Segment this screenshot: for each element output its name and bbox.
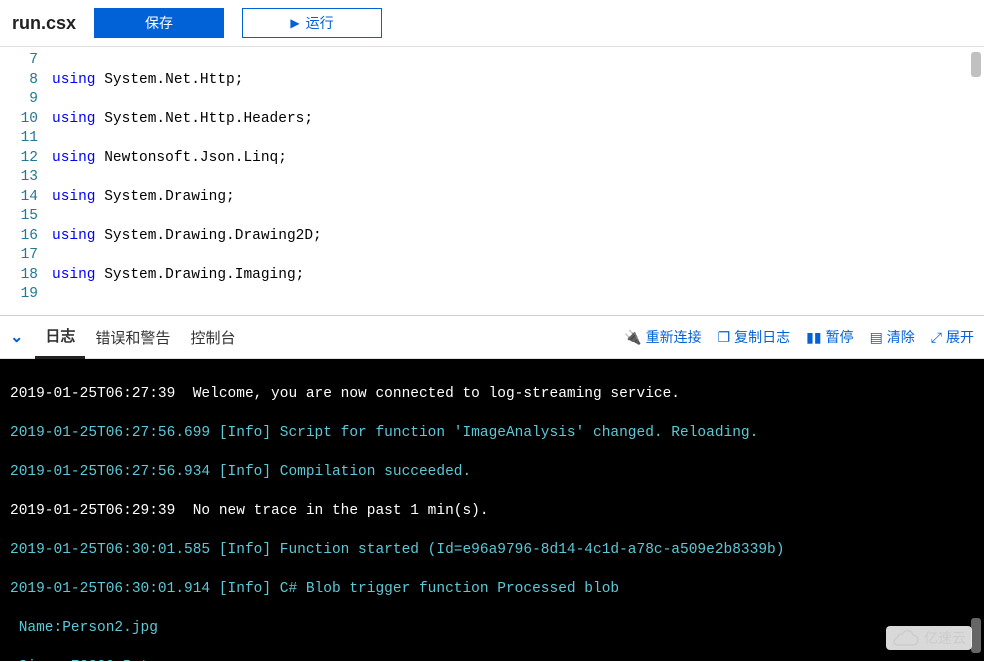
filename: run.csx bbox=[12, 13, 76, 34]
log-line: Name:Person2.jpg bbox=[10, 619, 974, 639]
plug-icon: 🔌 bbox=[624, 329, 641, 346]
play-icon: ▶ bbox=[290, 16, 299, 30]
tab-errors[interactable]: 错误和警告 bbox=[85, 317, 180, 358]
copy-icon: ❐ bbox=[718, 329, 731, 346]
pause-icon: ▮▮ bbox=[806, 329, 821, 346]
tab-log[interactable]: 日志 bbox=[35, 315, 85, 359]
expand-icon: ⤢ bbox=[931, 329, 942, 346]
clear-icon: ▤ bbox=[870, 329, 883, 346]
log-line: 2019-01-25T06:30:01.585 [Info] Function … bbox=[10, 541, 974, 561]
log-line: 2019-01-25T06:29:39 No new trace in the … bbox=[10, 502, 974, 522]
line-gutter: 78910111213141516171819 bbox=[0, 47, 44, 315]
toolbar: run.csx 保存 ▶ 运行 bbox=[0, 0, 984, 47]
code-editor[interactable]: 78910111213141516171819 using System.Net… bbox=[0, 47, 984, 315]
log-line: Size: 73329 Bytes bbox=[10, 658, 974, 662]
run-button[interactable]: ▶ 运行 bbox=[242, 8, 382, 38]
log-line: 2019-01-25T06:30:01.914 [Info] C# Blob t… bbox=[10, 580, 974, 600]
expand-action[interactable]: ⤢展开 bbox=[931, 327, 974, 347]
log-actions: 🔌重新连接 ❐复制日志 ▮▮暂停 ▤清除 ⤢展开 bbox=[624, 327, 974, 347]
log-console[interactable]: 2019-01-25T06:27:39 Welcome, you are now… bbox=[0, 359, 984, 661]
watermark: 亿速云 bbox=[886, 626, 972, 650]
run-label: 运行 bbox=[306, 13, 334, 33]
bottom-tabs: ⌄ 日志 错误和警告 控制台 🔌重新连接 ❐复制日志 ▮▮暂停 ▤清除 ⤢展开 bbox=[0, 315, 984, 359]
tab-console[interactable]: 控制台 bbox=[180, 317, 245, 358]
log-line: 2019-01-25T06:27:39 Welcome, you are now… bbox=[10, 385, 974, 405]
cloud-icon bbox=[892, 628, 920, 648]
console-scrollbar[interactable] bbox=[971, 618, 981, 653]
log-line: 2019-01-25T06:27:56.699 [Info] Script fo… bbox=[10, 424, 974, 444]
editor-scrollbar[interactable] bbox=[971, 52, 981, 77]
log-line: 2019-01-25T06:27:56.934 [Info] Compilati… bbox=[10, 463, 974, 483]
copy-action[interactable]: ❐复制日志 bbox=[718, 327, 791, 347]
pause-action[interactable]: ▮▮暂停 bbox=[806, 327, 853, 347]
save-button[interactable]: 保存 bbox=[94, 8, 224, 38]
reconnect-action[interactable]: 🔌重新连接 bbox=[624, 327, 701, 347]
chevron-down-icon[interactable]: ⌄ bbox=[10, 327, 23, 347]
code-body[interactable]: using System.Net.Http; using System.Net.… bbox=[44, 47, 792, 315]
clear-action[interactable]: ▤清除 bbox=[870, 327, 915, 347]
